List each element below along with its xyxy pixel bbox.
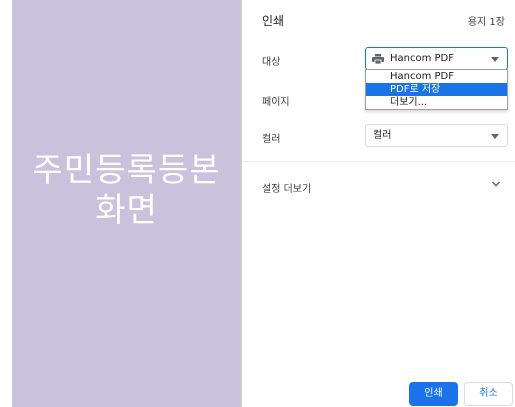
print-preview: 주민등록등본 화면 (12, 0, 241, 407)
color-select[interactable]: 컬러 (365, 124, 508, 147)
destination-option-more[interactable]: 더보기... (366, 96, 507, 109)
destination-dropdown-list: Hancom PDF PDF로 저장 더보기... (365, 69, 508, 110)
color-value: 컬러 (373, 130, 392, 141)
destination-value: Hancom PDF (390, 53, 455, 64)
sheet-count: 용지 1장 (467, 17, 505, 28)
caret-down-icon (491, 134, 499, 139)
print-button[interactable]: 인쇄 (409, 382, 458, 406)
destination-option-save-as-pdf[interactable]: PDF로 저장 (366, 83, 507, 96)
cancel-button[interactable]: 취소 (464, 382, 513, 406)
preview-document-text: 주민등록등본 화면 (12, 150, 241, 230)
destination-label: 대상 (262, 57, 281, 68)
caret-down-icon (491, 57, 499, 62)
dialog-title: 인쇄 (262, 14, 285, 28)
section-divider (242, 161, 515, 162)
printer-icon (372, 54, 384, 64)
chevron-down-icon[interactable] (491, 180, 501, 188)
preview-text-line-1: 주민등록등본 (32, 150, 221, 189)
print-dialog-screen: 주민등록등본 화면 인쇄 용지 1장 대상 Hancom PDF Hancom … (0, 0, 515, 407)
destination-option-hancom-pdf[interactable]: Hancom PDF (366, 70, 507, 83)
more-settings-toggle[interactable]: 설정 더보기 (262, 180, 311, 195)
pages-label: 페이지 (262, 97, 290, 108)
destination-select[interactable]: Hancom PDF (365, 47, 508, 70)
preview-text-line-2: 화면 (95, 190, 158, 229)
color-label: 컬러 (262, 134, 281, 145)
print-settings-panel: 인쇄 용지 1장 대상 Hancom PDF Hancom PDF PDF로 저… (242, 0, 515, 407)
